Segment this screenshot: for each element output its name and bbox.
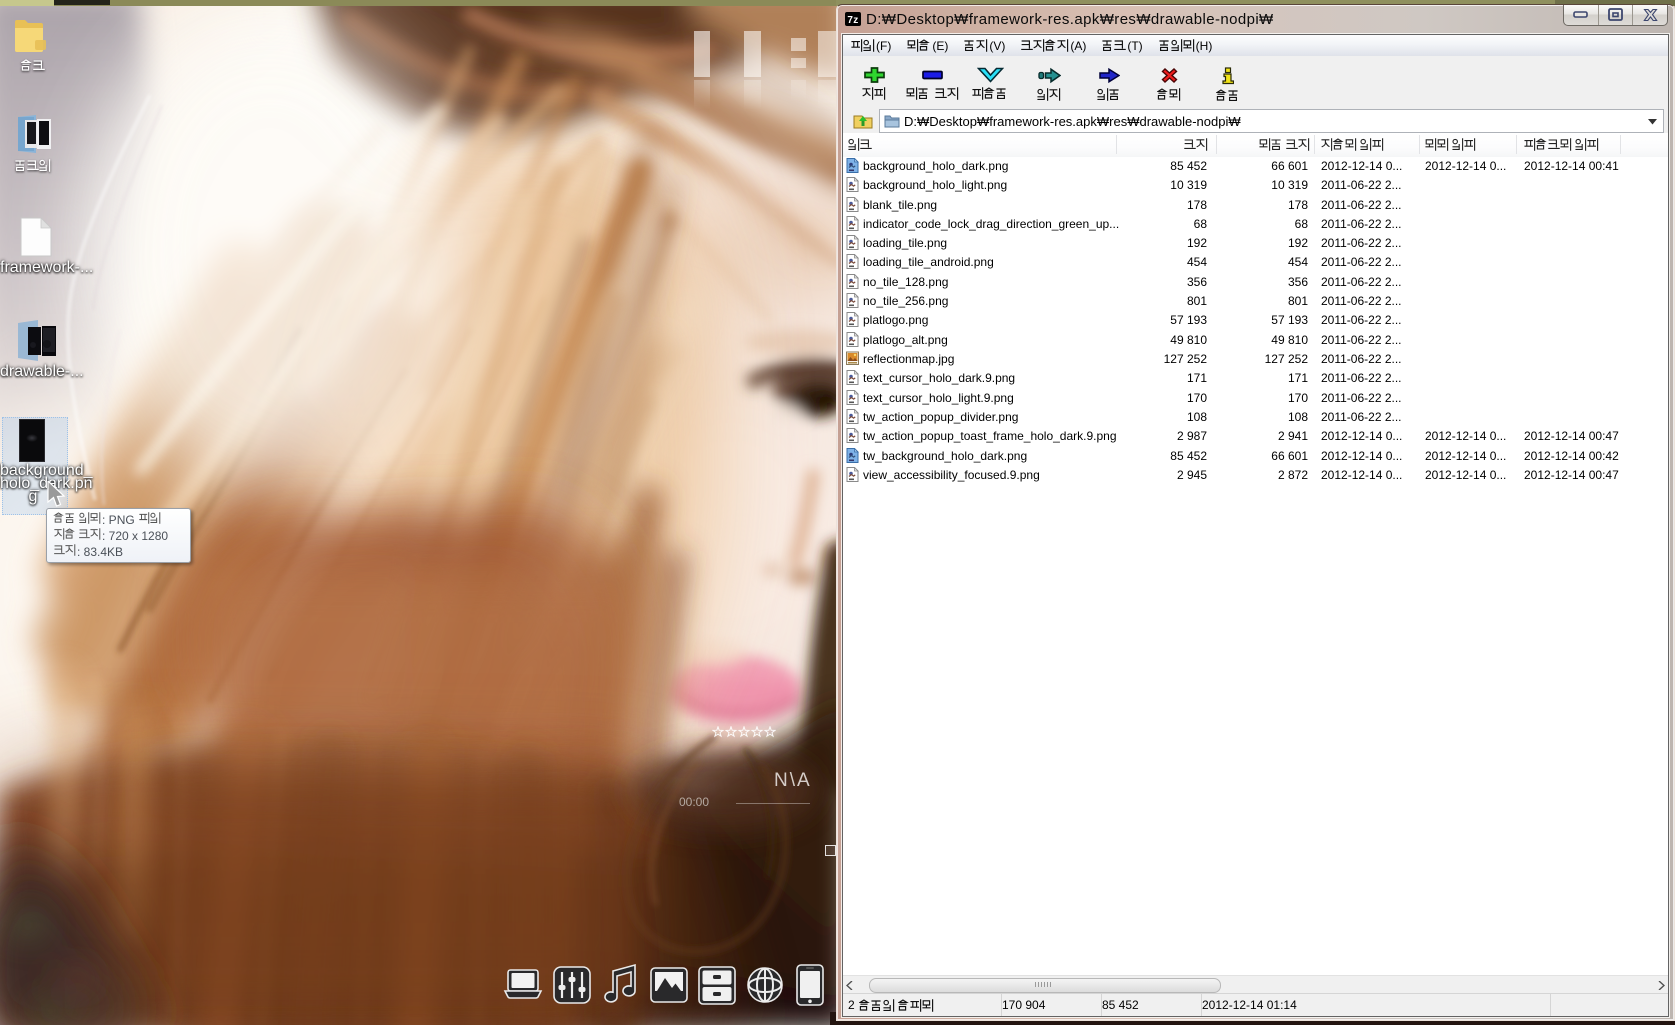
svg-text:7z: 7z — [847, 15, 858, 26]
